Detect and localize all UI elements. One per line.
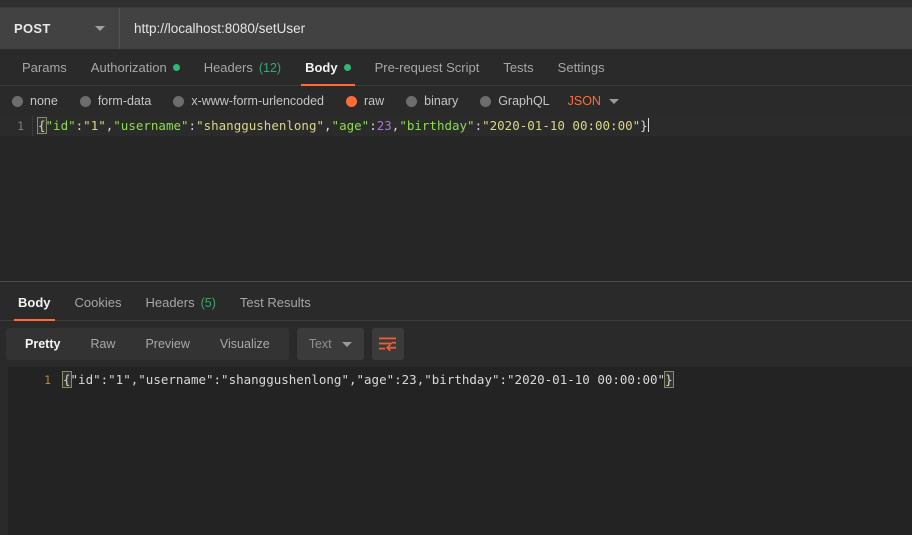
tab-label: Headers [145,295,195,310]
postman-request-response-pane: POST http://localhost:8080/setUser Param… [0,0,912,535]
http-method-dropdown[interactable]: POST [0,8,120,49]
body-type-label: form-data [97,94,152,108]
request-tab-authorization[interactable]: Authorization [79,50,192,85]
response-toolbar: Pretty Raw Preview Visualize Text [0,321,912,367]
tab-label: Cookies [74,295,122,310]
bracket-match-highlight-close: } [664,371,674,388]
response-tab-test-results[interactable]: Test Results [228,285,323,320]
body-type-x-www-form-urlencoded[interactable]: x-www-form-urlencoded [173,94,324,108]
response-format-label: Text [308,337,332,351]
editor-empty-area[interactable] [0,136,912,281]
json-token-str: "1" [83,118,106,133]
request-tab-headers[interactable]: Headers (12) [192,50,293,85]
url-text: http://localhost:8080/setUser [134,21,306,36]
bracket-match-highlight: { [62,371,72,388]
body-type-graphql[interactable]: GraphQL [480,94,550,108]
request-tab-params[interactable]: Params [10,50,79,85]
tab-status-dot [172,64,180,71]
tab-count-badge: (5) [200,295,216,310]
response-tab-bar: Body Cookies Headers (5) Test Results [0,287,912,321]
editor-line: 1 {"id":"1","username":"shanggushenlong"… [0,116,912,136]
response-json-text: "id":"1","username":"shanggushenlong","a… [70,372,666,387]
radio-icon [480,95,492,107]
response-tab-headers[interactable]: Headers (5) [133,285,227,320]
radio-icon [79,95,91,107]
request-body-editor[interactable]: 1 {"id":"1","username":"shanggushenlong"… [0,116,912,281]
response-line-number: 1 [44,373,51,387]
json-token-punc: : [188,118,197,133]
request-tab-settings[interactable]: Settings [546,50,617,85]
radio-icon [12,95,23,107]
response-body-viewer[interactable]: 1 {"id":"1","username":"shanggushenlong"… [0,367,912,535]
tab-label: Settings [557,60,605,75]
window-top-strip [0,0,912,8]
response-body-text[interactable]: {"id":"1","username":"shanggushenlong","… [62,370,674,390]
url-bar: POST http://localhost:8080/setUser [0,8,912,50]
json-token-punc: } [640,118,648,133]
body-type-label: GraphQL [498,94,550,108]
request-tab-bar: Params Authorization Headers (12) Body Pre-re… [0,50,912,86]
json-token-key: "age" [331,118,370,133]
json-token-key: "id" [45,118,76,133]
json-token-bracket: { [37,117,47,134]
request-tab-tests[interactable]: Tests [491,50,545,85]
body-type-binary[interactable]: binary [406,94,458,108]
body-type-label: raw [364,94,385,108]
json-token-key: "birthday" [399,118,475,133]
tab-label: Body [305,60,338,75]
json-token-num: 23 [376,118,392,133]
word-wrap-icon [379,337,397,351]
response-left-strip [0,367,8,535]
response-body-content[interactable]: 1 {"id":"1","username":"shanggushenlong"… [8,367,912,535]
tab-status-dot [343,64,351,71]
response-tab-cookies[interactable]: Cookies [63,285,134,320]
body-type-label: x-www-form-urlencoded [191,94,324,108]
chevron-down-icon [608,98,619,104]
radio-icon [173,95,185,107]
tab-label: Body [18,295,51,310]
tab-label: Headers [203,60,253,75]
request-tab-body[interactable]: Body [293,50,363,86]
tab-label: Pre-request Script [374,60,480,75]
response-view-visualize[interactable]: Visualize [205,328,285,360]
chevron-down-icon [341,341,352,347]
raw-format-dropdown[interactable]: JSON [568,94,619,108]
raw-format-label: JSON [567,94,601,108]
tab-count-badge: (12) [258,60,282,75]
line-number: 1 [0,116,33,136]
response-format-dropdown[interactable]: Text [296,328,364,360]
http-method-label: POST [14,21,51,36]
response-view-mode-group: Pretty Raw Preview Visualize [6,328,289,360]
body-type-selector: none form-data x-www-form-urlencoded raw bin… [0,86,912,116]
json-token-punc: , [324,118,332,133]
json-token-punc: : [474,118,483,133]
json-token-key: "username" [113,118,189,133]
json-token-str: "shanggushenlong" [196,118,325,133]
tab-label: Tests [503,60,534,75]
radio-icon [406,95,418,107]
response-view-pretty[interactable]: Pretty [10,328,75,360]
request-json-code[interactable]: {"id":"1","username":"shanggushenlong","… [33,116,649,136]
request-tab-pre-request-script[interactable]: Pre-request Script [363,50,492,85]
body-type-label: none [30,94,58,108]
body-type-none[interactable]: none [12,94,58,108]
body-type-label: binary [424,94,459,108]
body-type-form-data[interactable]: form-data [79,94,152,108]
response-line: 1 {"id":"1","username":"shanggushenlong"… [8,370,912,390]
radio-icon [346,95,357,107]
response-view-preview[interactable]: Preview [130,328,204,360]
json-token-str: "2020-01-10 00:00:00" [482,118,641,133]
response-tab-body[interactable]: Body [6,285,63,321]
tab-label: Test Results [239,295,311,310]
tab-label: Params [22,60,67,75]
chevron-down-icon [95,26,105,31]
body-type-raw[interactable]: raw [346,94,384,108]
response-view-raw[interactable]: Raw [75,328,130,360]
tab-label: Authorization [90,60,167,75]
word-wrap-toggle[interactable] [371,328,404,360]
json-token-punc: : [369,118,377,133]
text-cursor [647,118,649,132]
url-input[interactable]: http://localhost:8080/setUser [120,8,912,49]
